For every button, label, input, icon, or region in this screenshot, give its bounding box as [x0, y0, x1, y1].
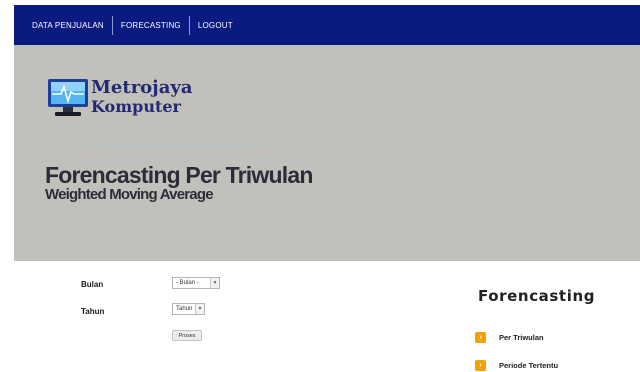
header-banner: Metrojaya Komputer Forencasting Per Triw… [14, 45, 640, 261]
sidebar: Forencasting › Per Triwulan › Periode Te… [470, 261, 640, 372]
bulan-select[interactable]: - Bulan - ▼ [172, 277, 220, 289]
logo-wordmark: Metrojaya Komputer [91, 78, 192, 116]
chevron-down-icon: ▼ [210, 278, 219, 288]
sidebar-item-periode-tertentu[interactable]: › Periode Tertentu [475, 359, 558, 371]
arrow-right-icon: › [475, 359, 486, 371]
top-navigation-bar: DATA PENJUALAN FORECASTING LOGOUT [14, 5, 640, 45]
sidebar-item-label: Per Triwulan [499, 332, 544, 342]
tahun-select[interactable]: Tahun ▼ [172, 303, 205, 315]
site-logo[interactable]: Metrojaya Komputer [47, 78, 217, 138]
bulan-select-value: - Bulan - [176, 280, 199, 286]
logo-line-2: Komputer [91, 97, 181, 116]
sidebar-item-label: Periode Tertentu [499, 360, 559, 370]
arrow-right-icon: › [475, 331, 486, 343]
forecast-form: Bulan - Bulan - ▼ Tahun Tahun ▼ Proses [0, 261, 460, 372]
nav-item-logout[interactable]: LOGOUT [190, 16, 241, 35]
header-divider [52, 146, 296, 147]
logo-line-1: Metrojaya [91, 77, 193, 98]
sidebar-item-per-triwulan[interactable]: › Per Triwulan [475, 331, 544, 343]
nav-item-forecasting[interactable]: FORECASTING [113, 16, 189, 35]
tahun-select-value: Tahun [176, 306, 193, 312]
sidebar-title: Forencasting [478, 287, 596, 305]
chevron-down-icon: ▼ [195, 304, 204, 314]
nav-item-data-penjualan[interactable]: DATA PENJUALAN [32, 16, 112, 35]
page-subtitle: Weighted Moving Average [45, 186, 214, 203]
monitor-icon [48, 79, 88, 116]
tahun-label: Tahun [81, 307, 105, 316]
bulan-label: Bulan [81, 280, 104, 289]
page-title: Forencasting Per Triwulan [45, 162, 313, 188]
nav-links: DATA PENJUALAN FORECASTING LOGOUT [14, 5, 241, 45]
proses-button[interactable]: Proses [172, 330, 202, 341]
